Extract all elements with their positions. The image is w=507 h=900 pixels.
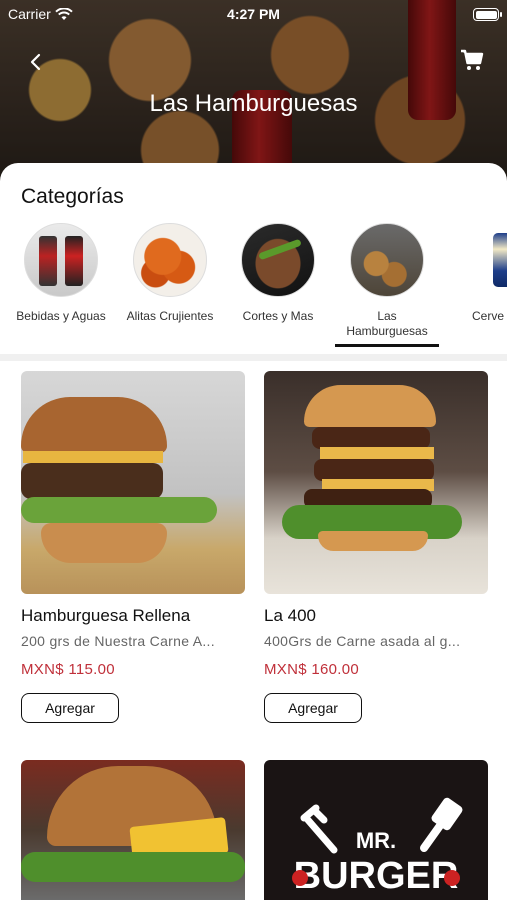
category-bebidas[interactable]: Bebidas y Aguas <box>11 223 111 324</box>
category-hamburguesas[interactable]: Las Hamburguesas <box>337 223 437 339</box>
section-divider <box>0 354 507 361</box>
add-to-cart-button[interactable]: Agregar <box>21 693 119 723</box>
back-button[interactable] <box>24 50 48 74</box>
drinks-image <box>24 223 98 297</box>
page-title: Las Hamburguesas <box>149 90 358 117</box>
category-alitas[interactable]: Alitas Crujientes <box>120 223 220 324</box>
category-cortes[interactable]: Cortes y Mas <box>228 223 328 324</box>
category-label: Alitas Crujientes <box>126 309 214 323</box>
product-description: 400Grs de Carne asada al g... <box>264 633 461 649</box>
category-label: Bebidas y Aguas <box>16 309 106 323</box>
product-description: 200 grs de Nuestra Carne A... <box>21 633 215 649</box>
product-card[interactable]: Hamburguesa Rellena 200 grs de Nuestra C… <box>21 371 245 723</box>
product-price: MXN$ 115.00 <box>21 661 115 678</box>
svg-text:MR.: MR. <box>356 828 396 853</box>
add-to-cart-button[interactable]: Agregar <box>264 693 362 723</box>
product-image: MR. BURGER <box>264 760 488 900</box>
mr-burger-logo: MR. BURGER <box>292 797 463 897</box>
wings-image <box>133 223 207 297</box>
cart-button[interactable] <box>459 47 485 73</box>
svg-text:BURGER: BURGER <box>294 855 459 897</box>
selected-category-indicator <box>335 344 439 347</box>
product-price: MXN$ 160.00 <box>264 661 360 678</box>
product-image <box>264 371 488 594</box>
categories-heading: Categorías <box>21 185 124 208</box>
category-label: Las Hamburguesas <box>346 309 428 338</box>
product-card[interactable] <box>21 760 245 900</box>
chevron-left-icon <box>30 53 41 71</box>
content-sheet: Categorías Bebidas y Aguas Alitas Crujie… <box>0 163 507 900</box>
product-card[interactable]: MR. BURGER <box>264 760 488 900</box>
beer-image <box>457 223 507 297</box>
category-cerveza[interactable]: Cerve <box>444 223 507 324</box>
category-label: Cortes y Mas <box>242 309 314 323</box>
cart-icon <box>461 49 484 70</box>
status-bar: Carrier 4:27 PM <box>0 0 507 28</box>
burger-image <box>350 223 424 297</box>
battery-icon <box>473 8 502 21</box>
category-label: Cerve <box>472 309 505 323</box>
product-image <box>21 371 245 594</box>
product-image <box>21 760 245 900</box>
categories-carousel[interactable]: Bebidas y Aguas Alitas Crujientes Cortes… <box>0 223 507 348</box>
product-name: Hamburguesa Rellena <box>21 606 191 625</box>
status-time: 4:27 PM <box>227 6 280 22</box>
steak-image <box>241 223 315 297</box>
product-card[interactable]: La 400 400Grs de Carne asada al g... MXN… <box>264 371 488 723</box>
product-name: La 400 <box>264 606 316 625</box>
